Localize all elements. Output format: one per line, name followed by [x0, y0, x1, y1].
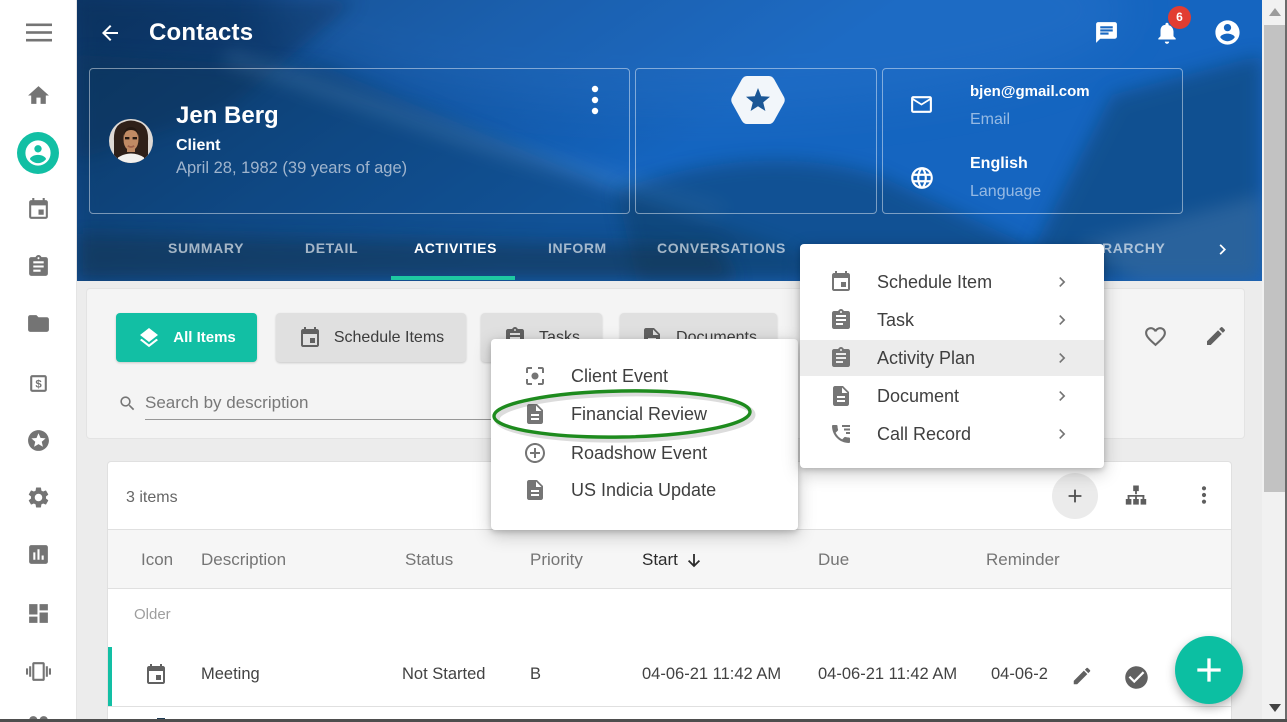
- svg-text:$: $: [35, 378, 42, 390]
